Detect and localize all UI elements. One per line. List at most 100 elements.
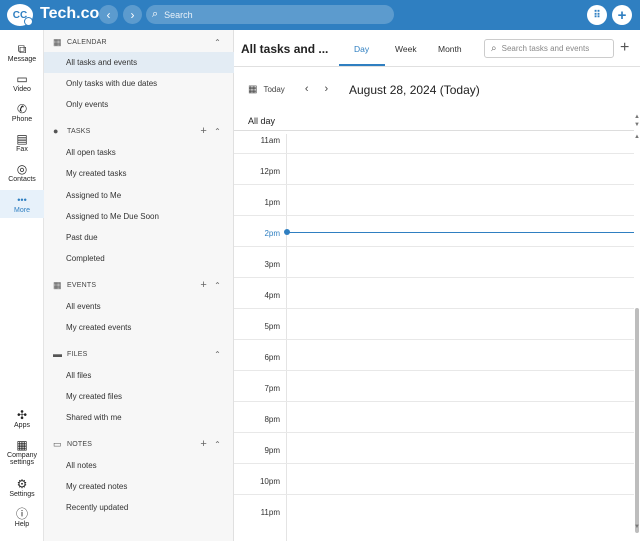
list-item[interactable]: Only tasks with due dates	[44, 73, 234, 94]
page-title: All tasks and ...	[241, 42, 329, 56]
section-files[interactable]: ▬ FILES ⌃	[44, 344, 234, 364]
hour-label: 12pm	[259, 167, 280, 176]
hour-label: 8pm	[264, 415, 280, 424]
list-item[interactable]: Recently updated	[44, 497, 234, 518]
section-events[interactable]: ▦ EVENTS + ⌃	[44, 275, 234, 295]
plus-icon[interactable]: +	[200, 125, 207, 137]
tab-day[interactable]: Day	[354, 44, 369, 54]
check-circle-icon: ●	[53, 126, 59, 136]
list-item[interactable]: My created tasks	[44, 163, 234, 184]
rail-item-phone[interactable]: ✆ Phone	[0, 102, 44, 132]
list-item[interactable]: All notes	[44, 455, 234, 476]
status-dot-icon	[24, 17, 33, 26]
list-item[interactable]: My created notes	[44, 476, 234, 497]
allday-scroll-down-icon[interactable]: ▼	[634, 122, 640, 128]
list-item[interactable]: All files	[44, 365, 234, 386]
hour-row[interactable]: 1pm	[234, 184, 634, 215]
chevron-up-icon[interactable]: ⌃	[214, 350, 221, 359]
hour-row[interactable]: 8pm	[234, 401, 634, 432]
hour-label: 9pm	[264, 446, 280, 455]
rail-item-help[interactable]: ⓘ Help	[0, 507, 44, 537]
rail-item-settings[interactable]: ⚙ Settings	[0, 477, 44, 507]
today-button[interactable]: Today	[263, 85, 284, 94]
allday-scroll-up-icon[interactable]: ▲	[634, 114, 640, 120]
hour-label: 2pm	[264, 229, 280, 238]
hour-row[interactable]: 3pm	[234, 246, 634, 277]
chevron-up-icon[interactable]: ⌃	[214, 127, 221, 136]
list-item[interactable]: My created files	[44, 386, 234, 407]
list-item[interactable]: All open tasks	[44, 142, 234, 163]
list-item[interactable]: Assigned to Me Due Soon	[44, 206, 234, 227]
hour-row[interactable]: 7pm	[234, 370, 634, 401]
more-icon: •••	[17, 195, 27, 205]
rail-item-video[interactable]: ▭ Video	[0, 72, 44, 102]
list-item[interactable]: Only events	[44, 94, 234, 115]
scroll-up-icon[interactable]: ▲	[634, 134, 640, 140]
rail-item-contacts[interactable]: ◎ Contacts	[0, 162, 44, 192]
tab-month[interactable]: Month	[438, 44, 462, 54]
apps-icon: ✣	[16, 408, 28, 422]
section-title: CALENDAR	[67, 38, 107, 46]
hour-label: 1pm	[264, 198, 280, 207]
rail-item-message[interactable]: ⧉ Message	[0, 42, 44, 72]
hour-row[interactable]: 4pm	[234, 277, 634, 308]
scrollbar-thumb[interactable]	[635, 308, 639, 533]
list-item[interactable]: Assigned to Me	[44, 185, 234, 206]
list-item[interactable]: Completed	[44, 248, 234, 269]
company-icon: ▦	[16, 438, 28, 452]
scroll-down-icon[interactable]: ▼	[634, 524, 640, 530]
rail-item-apps[interactable]: ✣ Apps	[0, 408, 44, 438]
list-item[interactable]: All tasks and events	[44, 52, 234, 73]
current-time-dot	[284, 229, 290, 235]
rail-label: More	[14, 207, 30, 214]
hour-row[interactable]: 11am	[234, 134, 634, 153]
add-event-button[interactable]: +	[620, 39, 629, 57]
global-search-input[interactable]: ⌕ Search	[146, 5, 394, 24]
chevron-up-icon[interactable]: ⌃	[214, 38, 221, 47]
all-day-divider	[234, 130, 634, 131]
chevron-left-icon: ‹	[106, 7, 111, 22]
day-grid[interactable]: 11am 12pm 1pm 2pm 3pm 4pm 5pm 6pm 7pm 8pm 9pm 10pm 1…	[234, 134, 634, 541]
plus-icon[interactable]: +	[200, 438, 207, 450]
tab-week[interactable]: Week	[395, 44, 417, 54]
prev-day-button[interactable]: ‹	[305, 83, 309, 95]
rail-label: Help	[14, 521, 30, 528]
section-notes[interactable]: ▭ NOTES + ⌃	[44, 434, 234, 454]
hour-row[interactable]: 11pm	[234, 494, 634, 525]
hour-row[interactable]: 9pm	[234, 432, 634, 463]
chevron-up-icon[interactable]: ⌃	[214, 440, 221, 449]
filter-panel: ▦ CALENDAR ⌃ All tasks and events Only tas…	[44, 30, 234, 541]
hour-row[interactable]: 10pm	[234, 463, 634, 494]
rail-item-company-settings[interactable]: ▦ Company settings	[0, 438, 44, 472]
chevron-up-icon[interactable]: ⌃	[214, 281, 221, 290]
list-item[interactable]: Shared with me	[44, 407, 234, 428]
rail-item-more[interactable]: ••• More	[0, 190, 44, 218]
hour-row[interactable]: 12pm	[234, 153, 634, 184]
rail-item-fax[interactable]: ▤ Fax	[0, 132, 44, 162]
list-item[interactable]: All events	[44, 296, 234, 317]
calendar-icon: ▦	[53, 279, 62, 290]
calendar-icon: ▦	[53, 36, 62, 47]
back-button[interactable]: ‹	[99, 5, 118, 24]
dialpad-button[interactable]: ⠿	[587, 5, 607, 25]
all-day-label: All day	[248, 116, 276, 126]
section-calendar[interactable]: ▦ CALENDAR ⌃	[44, 32, 234, 52]
plus-icon[interactable]: +	[200, 279, 207, 291]
list-item[interactable]: My created events	[44, 317, 234, 338]
section-tasks[interactable]: ● TASKS + ⌃	[44, 121, 234, 141]
search-placeholder: Search	[164, 9, 193, 20]
message-icon: ⧉	[17, 42, 27, 56]
hour-label: 5pm	[264, 322, 280, 331]
list-item[interactable]: Past due	[44, 227, 234, 248]
hour-label: 10pm	[259, 477, 280, 486]
add-button[interactable]: +	[612, 5, 632, 25]
calendar-main: All tasks and ... Day Week Month ⌕ Search…	[234, 30, 640, 541]
tasks-search-input[interactable]: ⌕ Search tasks and events	[484, 39, 614, 58]
rail-label: Company	[7, 452, 37, 459]
next-day-button[interactable]: ›	[324, 83, 328, 95]
hour-row[interactable]: 5pm	[234, 308, 634, 339]
hour-row[interactable]: 2pm	[234, 215, 634, 246]
forward-button[interactable]: ›	[123, 5, 142, 24]
rail-label: Video	[13, 86, 31, 93]
hour-row[interactable]: 6pm	[234, 339, 634, 370]
